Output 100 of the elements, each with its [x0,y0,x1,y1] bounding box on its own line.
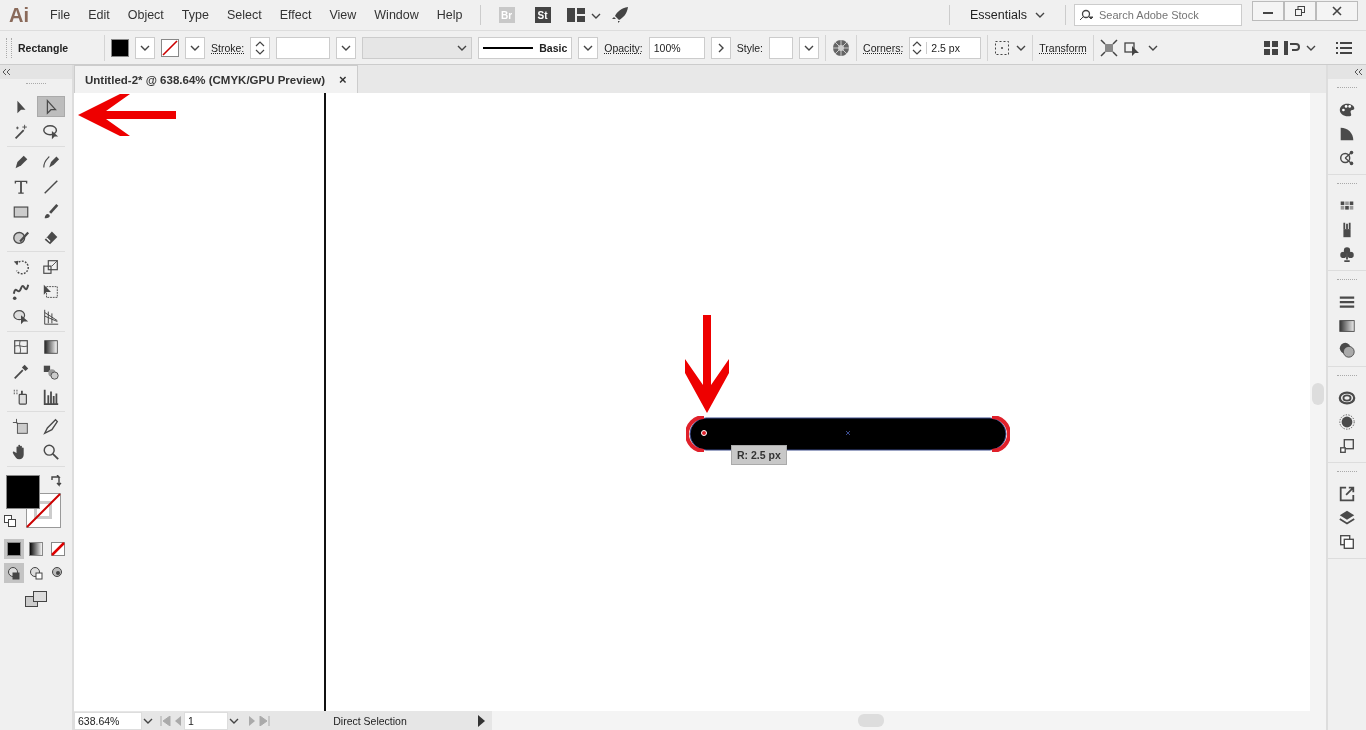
chevron-icon [804,44,815,51]
vertical-scrollbar[interactable] [1310,93,1326,711]
no-stroke-swatch-icon[interactable] [161,38,179,57]
default-colors-icon[interactable] [4,515,16,527]
dotted-square-icon[interactable] [994,39,1011,56]
brush-menu-button[interactable] [578,36,599,59]
line-icon [42,177,60,196]
spray-can-icon [12,387,30,406]
brush-icon [42,202,60,221]
menu-item[interactable]: Effect [270,8,321,22]
connected-nodes-icon [1338,149,1356,167]
stroke-dropdown[interactable] [185,36,205,59]
corners-label[interactable]: Corners: [863,41,904,54]
color-mode-button[interactable] [26,539,46,559]
eyedropper-icon [12,362,30,381]
layers-icon [1338,509,1356,527]
stepper-icon [255,40,266,55]
lasso-icon [42,122,60,141]
fill-stroke-drawing[interactable] [6,475,61,528]
menu-item[interactable]: View [320,8,366,22]
solid-swatch-icon [7,542,21,556]
chevron-icon [341,44,352,51]
menu-item[interactable]: Object [118,8,173,22]
stock-button[interactable]: St [534,7,551,23]
opacity-field[interactable]: 100% [648,36,705,59]
mesh-icon [12,337,30,356]
swap-arrow-icon[interactable] [50,475,62,487]
tab-close-button[interactable]: × [339,72,347,87]
knife-icon [42,417,60,436]
color-mode-button[interactable] [48,539,68,559]
chevron-icon [583,44,594,51]
restore-button[interactable] [1284,1,1316,21]
chevron-icon [140,44,150,51]
overlapping-circles-icon [1338,341,1356,359]
draw-mode-icon [51,566,65,580]
wand-icon [12,122,30,141]
draw-mode-icon [7,566,21,580]
app-logo: Ai [8,3,30,27]
screen-mode-icon[interactable] [25,591,47,607]
chevron-icon [1035,12,1045,18]
minimize-button[interactable] [1252,1,1284,21]
stock-search-field[interactable]: Search Adobe Stock [1074,4,1242,26]
current-tool-status[interactable]: Direct Selection [270,715,470,727]
stroke-weight-dropdown[interactable] [336,36,357,59]
color-mode-button[interactable] [4,539,24,559]
collapse-icon[interactable] [3,69,11,75]
gradient-swatch-icon [1338,317,1356,335]
collapse-icon[interactable] [1355,69,1363,75]
free-transform-icon [42,282,60,301]
transform-link[interactable]: Transform [1039,41,1087,54]
document-tab[interactable]: Untitled-2* @ 638.64% (CMYK/GPU Preview) × [74,65,358,93]
gradient-swatch-icon [29,542,43,556]
align-icon[interactable] [1264,40,1278,55]
menu-item[interactable]: Edit [79,8,119,22]
linked-rings-icon [1338,389,1356,407]
recolor-wheel-icon[interactable] [832,38,851,57]
rocket-icon[interactable] [610,6,629,24]
stacked-squares-icon [1338,437,1356,455]
zoom-icon [42,442,60,461]
perspective-grid-icon [42,307,60,326]
horizontal-scrollbar[interactable] [492,711,1326,730]
play-arrow-icon[interactable] [476,715,486,727]
fill-dropdown[interactable] [135,36,155,59]
chevron-icon [190,44,200,51]
export-arrow-icon [1338,485,1356,503]
menu-item[interactable]: Type [172,8,218,22]
palette-icon [1338,101,1356,119]
club-icon [1338,245,1356,263]
menu-item[interactable]: Window [365,8,428,22]
tool-name: Rectangle [18,41,70,54]
zoom-field[interactable]: 638.64% [74,712,142,730]
style-dropdown[interactable] [799,36,820,59]
draw-mode-button[interactable] [4,563,24,583]
menu-item[interactable]: File [41,8,80,22]
chevron-icon [1147,44,1158,51]
style-label: Style: [736,41,764,54]
fill-swatch[interactable] [111,38,129,57]
stroke-weight-field[interactable] [276,36,331,59]
menu-item[interactable]: Select [217,8,271,22]
artboard-icon [12,417,30,436]
tool-button[interactable] [37,96,65,117]
isolate-icon[interactable] [1099,38,1118,57]
corners-field[interactable]: 2.5 px [909,36,982,59]
stroke-stepper[interactable] [250,36,271,59]
stroke-label[interactable]: Stroke: [211,41,245,54]
gradient-icon [42,337,60,356]
scale-icon [42,257,60,276]
list-menu-icon[interactable] [1336,40,1352,55]
brush-dropdown[interactable]: Basic [478,36,573,59]
shape-builder-icon [12,307,30,326]
close-icon [1332,6,1342,16]
distribute-icon[interactable] [1284,40,1300,55]
stepper-icon [912,40,923,55]
no-color-swatch-icon [51,542,65,556]
workspace-dropdown[interactable]: Essentials [958,8,1057,22]
page-field[interactable]: 1 [184,712,228,730]
style-swatch[interactable] [769,36,794,59]
menu-item[interactable]: Help [427,8,472,22]
workspace-layout-icon[interactable] [566,8,585,22]
opacity-label[interactable]: Opacity: [604,41,643,54]
